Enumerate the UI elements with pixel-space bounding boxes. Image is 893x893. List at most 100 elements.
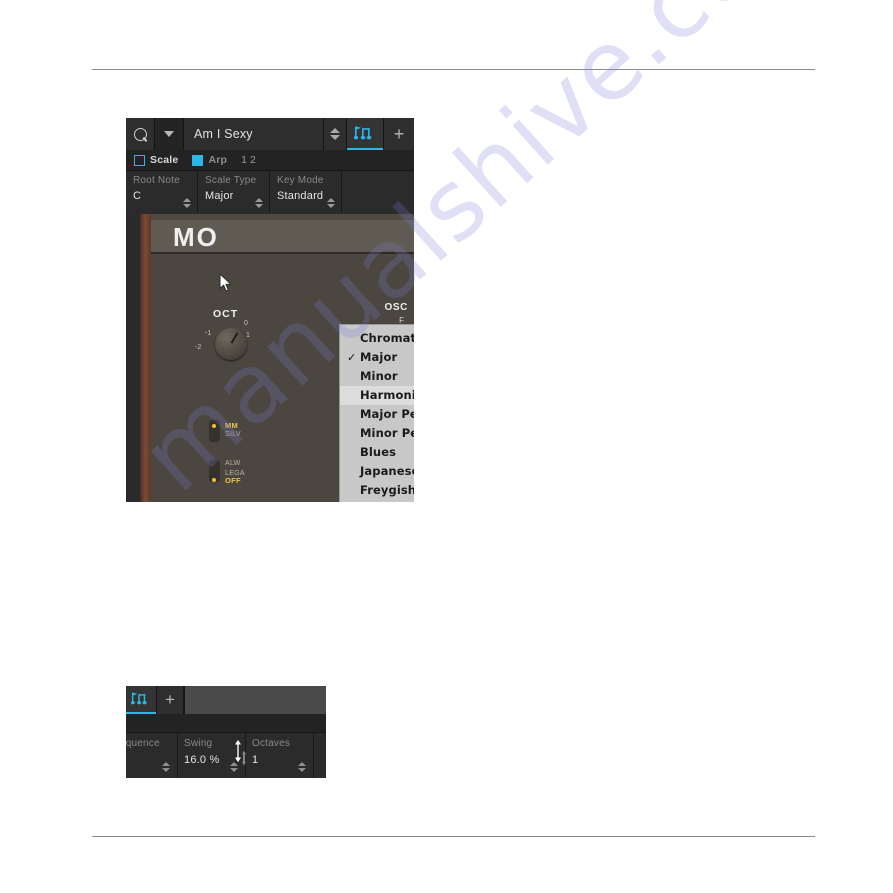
magnifier-icon <box>133 127 147 141</box>
mm-led-icon <box>212 424 216 428</box>
arp-page-2[interactable]: 2 <box>250 154 256 166</box>
search-button[interactable] <box>126 118 155 150</box>
stepper-down-icon <box>298 768 306 772</box>
octave-tick-one: 1 <box>246 332 250 339</box>
scale-toggle-label: Scale <box>150 154 179 166</box>
add-tab-button[interactable]: + <box>156 686 183 714</box>
octave-label: OCT <box>213 308 239 320</box>
menu-item-chromatic[interactable]: Chromatic <box>340 329 414 348</box>
octave-tick-minus2: -2 <box>195 344 202 351</box>
menu-item-gypsy[interactable]: Gypsy <box>340 500 414 502</box>
menu-item-harmonic-minor[interactable]: Harmonic Minor <box>340 386 414 405</box>
octaves-label: Octaves <box>252 738 291 749</box>
scale-settings-screenshot: Am I Sexy + Scale Arp 1 2 Root Note C Sc… <box>126 118 414 502</box>
menu-item-label: Minor Pentatonic <box>360 426 414 440</box>
key-mode-label: Key Mode <box>277 175 324 186</box>
scale-type-label: Scale Type <box>205 175 257 186</box>
arpeggiator-notes-icon <box>354 126 372 139</box>
octaves-stepper[interactable] <box>298 762 306 772</box>
arp-page-1[interactable]: 1 <box>241 154 247 166</box>
page-footer-rule <box>92 836 815 837</box>
menu-item-minor[interactable]: Minor <box>340 367 414 386</box>
sequence-parameter[interactable]: equence ff <box>126 733 178 778</box>
root-note-parameter[interactable]: Root Note C <box>126 171 198 213</box>
octave-knob[interactable] <box>215 328 247 360</box>
octave-tick-zero: 0 <box>244 320 248 327</box>
stepper-up-icon <box>255 198 263 202</box>
arp-tab-button[interactable] <box>126 686 156 714</box>
stepper-up-icon <box>162 762 170 766</box>
chevron-down-icon <box>164 131 174 137</box>
off-led-icon <box>212 478 216 482</box>
menu-item-freygish[interactable]: Freygish <box>340 481 414 500</box>
scale-parameter-row: Root Note C Scale Type Major Key Mode St… <box>126 171 414 213</box>
scale-arp-toggle-row: Scale Arp 1 2 <box>126 150 414 171</box>
add-tab-button[interactable]: + <box>383 118 414 150</box>
menu-item-label: Chromatic <box>360 331 414 345</box>
parameter-empty-slot <box>342 171 414 213</box>
mm-label: MM <box>225 421 239 430</box>
stepper-up-icon <box>327 198 335 202</box>
pb-label: PB <box>210 500 221 502</box>
page-header-rule <box>92 69 815 70</box>
scale-type-stepper[interactable] <box>255 198 263 208</box>
sequence-stepper[interactable] <box>162 762 170 772</box>
swing-label: Swing <box>184 738 213 749</box>
menu-item-label: Major Pentatonic <box>360 407 414 421</box>
header-empty-area <box>183 686 326 714</box>
stepper-up-icon <box>183 198 191 202</box>
menu-item-label: Freygish <box>360 483 414 497</box>
stepper-up-icon <box>230 762 238 766</box>
preset-stepper[interactable] <box>324 118 347 150</box>
key-mode-stepper[interactable] <box>327 198 335 208</box>
always-label: ALW <box>225 460 241 467</box>
scale-checkbox[interactable] <box>134 154 145 166</box>
arp-toggle-strip <box>126 714 326 733</box>
stepper-down-icon <box>255 204 263 208</box>
scale-type-parameter[interactable]: Scale Type Major <box>198 171 270 213</box>
stepper-down-icon <box>327 204 335 208</box>
menu-item-label: Minor <box>360 369 398 383</box>
off-label: OFF <box>225 476 241 485</box>
root-note-stepper[interactable] <box>183 198 191 208</box>
stepper-down-icon <box>230 768 238 772</box>
swing-stepper[interactable] <box>230 762 238 772</box>
menu-item-label: Japanese <box>360 464 414 478</box>
sequence-label: equence <box>126 738 160 749</box>
menu-item-label: Harmonic Minor <box>360 388 414 402</box>
scale-type-dropdown-menu[interactable]: Chromatic ✓ Major Minor Harmonic Minor M… <box>339 324 414 502</box>
arp-tab-button[interactable] <box>347 118 383 150</box>
synth-title: MO <box>173 222 219 252</box>
stepper-down-icon <box>162 768 170 772</box>
octave-tick-minus1: -1 <box>205 330 212 337</box>
plugin-header-bar: Am I Sexy + <box>126 118 414 150</box>
menu-item-blues[interactable]: Blues <box>340 443 414 462</box>
synth-wood-trim <box>140 214 151 502</box>
osc1-label: OSC <box>384 302 408 313</box>
arpeggiator-notes-icon <box>131 692 147 705</box>
root-note-label: Root Note <box>133 175 180 186</box>
arp-parameter-row: equence ff Swing 16.0 % Octaves 1 <box>126 733 326 778</box>
stepper-up-icon <box>330 128 340 133</box>
arp-checkbox[interactable] <box>192 154 204 166</box>
arp-swing-screenshot: + equence ff Swing 16.0 % <box>126 686 326 778</box>
check-icon: ✓ <box>347 351 357 364</box>
arp-header-bar: + <box>126 686 326 714</box>
document-page: Am I Sexy + Scale Arp 1 2 Root Note C Sc… <box>0 0 893 893</box>
menu-item-major[interactable]: ✓ Major <box>340 348 414 367</box>
silver-label: SILV <box>225 431 241 438</box>
octaves-parameter[interactable]: Octaves 1 <box>246 733 314 778</box>
stepper-up-icon <box>298 762 306 766</box>
key-mode-parameter[interactable]: Key Mode Standard <box>270 171 342 213</box>
preset-name-field[interactable]: Am I Sexy <box>184 118 324 150</box>
menu-item-japanese[interactable]: Japanese <box>340 462 414 481</box>
stepper-down-icon <box>183 204 191 208</box>
menu-item-major-pentatonic[interactable]: Major Pentatonic <box>340 405 414 424</box>
preset-dropdown-button[interactable] <box>155 118 184 150</box>
menu-item-label: Major <box>360 350 398 364</box>
menu-item-minor-pentatonic[interactable]: Minor Pentatonic <box>340 424 414 443</box>
swing-parameter[interactable]: Swing 16.0 % <box>178 733 246 778</box>
arp-toggle-label: Arp <box>208 154 228 166</box>
menu-item-label: Blues <box>360 445 397 459</box>
stepper-down-icon <box>330 135 340 140</box>
